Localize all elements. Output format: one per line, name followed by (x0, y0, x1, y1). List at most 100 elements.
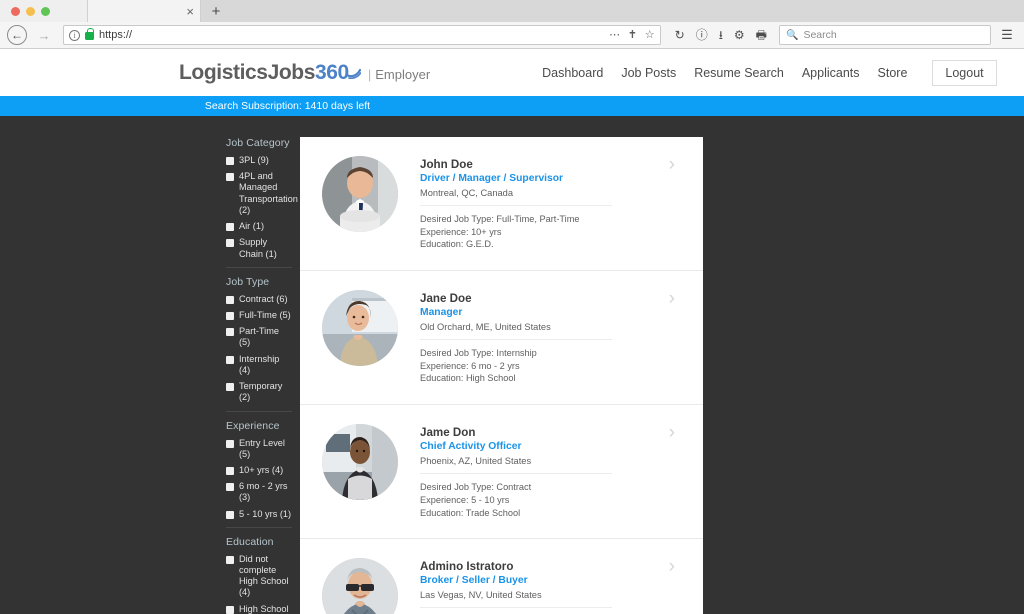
address-bar[interactable]: i https:// ⋯ 🕇 ☆ (63, 25, 661, 45)
maximize-window-button[interactable] (41, 6, 50, 16)
search-input[interactable]: 🔍 Search (779, 25, 991, 45)
filter-heading: Job Category (226, 137, 290, 149)
filter-option-high-school[interactable]: High School (4) (226, 604, 292, 614)
chevron-right-icon[interactable]: › (669, 155, 675, 174)
checkbox-icon[interactable] (226, 555, 234, 564)
filter-label: Part-Time (5) (239, 326, 279, 348)
candidate-meta: Desired Job Type: Full-Time, Part-Time E… (420, 213, 703, 251)
avatar (322, 558, 398, 614)
candidate-education: Education: High School (420, 373, 516, 384)
chevron-right-icon[interactable]: › (669, 423, 675, 442)
forward-arrow-icon[interactable]: → (33, 24, 55, 46)
filter-option-4pl[interactable]: 4PL and Managed Transportation (2) (226, 171, 298, 216)
checkbox-icon[interactable] (226, 223, 234, 232)
filter-option-temporary[interactable]: Temporary (2) (226, 381, 292, 403)
candidate-location: Old Orchard, ME, United States (420, 322, 612, 341)
candidate-card[interactable]: Admino Istratoro Broker / Seller / Buyer… (300, 539, 703, 614)
info-icon[interactable]: i (69, 29, 80, 41)
downloads-icon[interactable]: ⭳ (719, 29, 723, 41)
candidate-card[interactable]: Jane Doe Manager Old Orchard, ME, United… (300, 271, 703, 406)
filter-option-supply-chain[interactable]: Supply Chain (1) (226, 237, 292, 259)
checkbox-icon[interactable] (226, 173, 234, 182)
star-icon[interactable]: ☆ (645, 29, 655, 41)
checkbox-icon[interactable] (226, 311, 234, 320)
filter-option-contract[interactable]: Contract (6) (226, 294, 292, 305)
window-controls (0, 0, 88, 22)
candidate-info: Jane Doe Manager Old Orchard, ME, United… (398, 290, 703, 385)
hamburger-menu-icon[interactable]: ☰ (997, 27, 1017, 43)
nav-item-dashboard[interactable]: Dashboard (542, 66, 603, 80)
chevron-right-icon[interactable]: › (669, 289, 675, 308)
filter-group-education: Education Did not complete High School (… (226, 536, 292, 614)
checkbox-icon[interactable] (226, 510, 234, 519)
site-header: LogisticsJobs 360 | Employer Dashboard J… (0, 49, 1024, 96)
nav-item-store[interactable]: Store (878, 66, 908, 80)
back-arrow-icon[interactable]: ← (7, 25, 27, 45)
tracking-protection-icon[interactable]: ⓘ (696, 29, 708, 41)
candidate-name: Jane Doe (420, 292, 472, 306)
candidate-title: Broker / Seller / Buyer (420, 575, 528, 587)
candidate-education: Education: Trade School (420, 507, 521, 518)
checkbox-icon[interactable] (226, 295, 234, 304)
candidate-name: Admino Istratoro (420, 560, 514, 574)
filter-option-entry-level[interactable]: Entry Level (5) (226, 438, 292, 460)
nav-item-applicants[interactable]: Applicants (802, 66, 860, 80)
reload-icon[interactable]: ↻ (675, 29, 685, 41)
filter-heading: Education (226, 535, 274, 548)
checkbox-icon[interactable] (226, 483, 234, 492)
filter-option-5-10yrs[interactable]: 5 - 10 yrs (1) (226, 509, 292, 520)
checkbox-icon[interactable] (226, 355, 234, 364)
logo-subtitle: Employer (375, 66, 431, 82)
pocket-icon[interactable]: 🕇 (629, 29, 636, 41)
close-window-button[interactable] (11, 6, 20, 16)
subscription-text: Search Subscription: 1410 days left (204, 100, 371, 112)
nav-item-resume-search[interactable]: Resume Search (694, 66, 784, 80)
filter-option-full-time[interactable]: Full-Time (5) (226, 310, 292, 321)
ellipsis-icon[interactable]: ⋯ (609, 29, 620, 41)
candidate-location: Phoenix, AZ, United States (420, 456, 612, 475)
candidate-card[interactable]: John Doe Driver / Manager / Supervisor M… (300, 137, 703, 272)
checkbox-icon[interactable] (226, 157, 234, 165)
filter-group-job-type: Job Type Contract (6) Full-Time (5) Part… (226, 276, 292, 404)
avatar (322, 290, 398, 367)
close-icon[interactable]: × (186, 5, 194, 18)
logout-button[interactable]: Logout (932, 59, 997, 86)
minimize-window-button[interactable] (26, 6, 35, 16)
main-navigation: Dashboard Job Posts Resume Search Applic… (542, 59, 997, 86)
checkbox-icon[interactable] (226, 605, 234, 614)
filter-label: Air (1) (239, 221, 265, 232)
checkbox-icon[interactable] (226, 439, 234, 448)
nav-item-job-posts[interactable]: Job Posts (621, 66, 676, 80)
filter-label: Supply Chain (1) (239, 237, 277, 259)
browser-tab[interactable]: × (88, 0, 201, 22)
checkbox-icon[interactable] (226, 328, 234, 337)
filter-option-air[interactable]: Air (1) (226, 221, 292, 232)
candidate-experience: Experience: 10+ yrs (420, 226, 502, 237)
filter-option-10plus-yrs[interactable]: 10+ yrs (4) (226, 465, 292, 476)
print-icon[interactable]: 🖶 (756, 29, 767, 41)
plus-icon[interactable]: + (201, 0, 231, 22)
logo-accent-text: 360 (315, 60, 349, 84)
filter-heading: Job Type (226, 275, 270, 288)
filter-option-no-high-school[interactable]: Did not complete High School (4) (226, 554, 292, 599)
filter-option-3pl[interactable]: 3PL (9) (226, 155, 292, 166)
candidate-job-type: Desired Job Type: Contract (420, 482, 532, 493)
candidate-title: Manager (420, 307, 463, 319)
filter-label: Entry Level (5) (239, 437, 285, 459)
checkbox-icon[interactable] (226, 383, 234, 392)
tab-strip-empty-area (231, 0, 1024, 22)
filter-option-6mo-2yrs[interactable]: 6 mo - 2 yrs (3) (226, 481, 292, 503)
filter-option-internship[interactable]: Internship (4) (226, 354, 292, 376)
avatar (322, 424, 398, 501)
site-logo[interactable]: LogisticsJobs 360 | Employer (179, 61, 430, 85)
divider (226, 266, 292, 268)
candidate-location: Montreal, QC, Canada (420, 188, 612, 206)
chevron-right-icon[interactable]: › (669, 557, 675, 576)
candidate-card[interactable]: Jame Don Chief Activity Officer Phoenix,… (300, 405, 703, 540)
settings-gear-icon[interactable]: ⚙ (734, 29, 745, 41)
candidate-info: John Doe Driver / Manager / Supervisor M… (398, 156, 703, 251)
checkbox-icon[interactable] (226, 466, 234, 475)
filter-option-part-time[interactable]: Part-Time (5) (226, 326, 292, 348)
checkbox-icon[interactable] (226, 239, 234, 248)
subscription-banner: Search Subscription: 1410 days left (0, 96, 1024, 116)
